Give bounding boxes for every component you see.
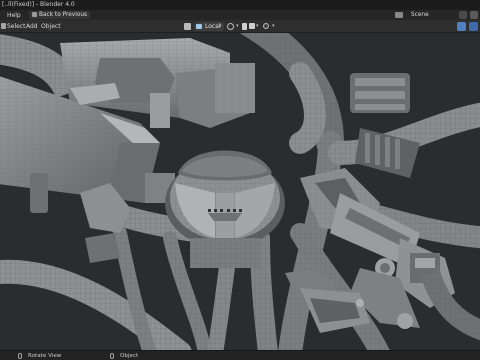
view-layer-icon[interactable] [470, 11, 478, 19]
viewport-header: Select Add Object Local ▾ ▾ ▾ ▾ [0, 20, 480, 33]
scene-icon [395, 12, 403, 18]
scene-label: Scene [411, 12, 429, 18]
3d-viewport[interactable] [0, 33, 480, 350]
chevron-down-icon: ▾ [272, 23, 275, 29]
transform-orientation-icon [196, 24, 202, 29]
top-bar: Help Back to Previous Scene [0, 10, 480, 20]
scene-selector[interactable]: Scene [395, 11, 453, 19]
snap-icon[interactable] [242, 23, 247, 30]
back-to-previous-label: Back to Previous [39, 12, 88, 18]
new-scene-icon[interactable] [459, 11, 467, 19]
pivot-point-icon[interactable] [227, 23, 234, 30]
menu-object[interactable]: Object [41, 23, 61, 30]
overlays-toggle-icon[interactable] [469, 22, 478, 31]
status-object: Object [120, 352, 139, 359]
status-bar: Rotate View Object [0, 350, 480, 360]
window-titlebar: [..ll(Fixed)] - Blender 4.0 [0, 0, 480, 10]
gizmo-toggle-icon[interactable] [457, 22, 466, 31]
chevron-down-icon: ▾ [256, 23, 259, 29]
proportional-editing-icon[interactable] [263, 23, 269, 29]
mouse-right-icon [110, 353, 114, 359]
snap-target-icon[interactable] [249, 23, 255, 29]
menu-help[interactable]: Help [7, 12, 21, 19]
mouse-middle-icon [18, 353, 22, 359]
back-to-previous-button[interactable]: Back to Previous [29, 11, 91, 19]
window-title: [..ll(Fixed)] - Blender 4.0 [2, 1, 75, 8]
menu-add[interactable]: Add [26, 23, 38, 30]
viewport-render[interactable] [0, 33, 480, 350]
menu-select[interactable]: Select [7, 23, 26, 30]
chevron-down-icon: ▾ [219, 23, 222, 29]
status-rotate-view: Rotate View [28, 352, 62, 359]
transform-pivot-icon[interactable] [184, 23, 191, 30]
object-mode-icon[interactable] [1, 23, 6, 29]
chevron-down-icon: ▾ [236, 23, 239, 29]
back-icon [32, 12, 37, 17]
